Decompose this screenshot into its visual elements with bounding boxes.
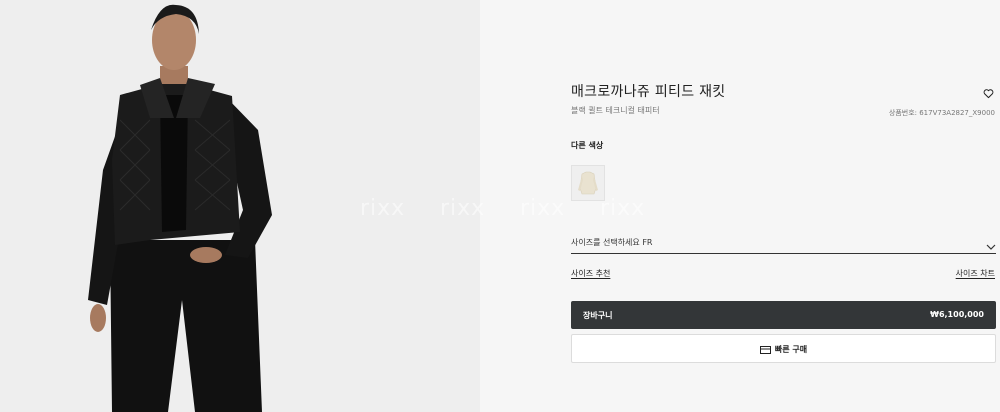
model-illustration <box>0 0 480 412</box>
product-subtitle: 블랙 퀼트 테크니컬 태피터 <box>571 106 660 115</box>
color-swatch-ivory[interactable] <box>571 165 605 201</box>
cart-button-label: 장바구니 <box>583 311 613 320</box>
size-select-label: 사이즈를 선택하세요 FR <box>571 238 653 247</box>
heart-icon[interactable] <box>983 84 994 99</box>
size-recommend-link[interactable]: 사이즈 추천 <box>571 268 610 279</box>
size-select[interactable]: 사이즈를 선택하세요 FR <box>571 233 996 254</box>
add-to-cart-button[interactable]: 장바구니 ₩6,100,000 <box>571 301 996 329</box>
quick-buy-button[interactable]: 빠른 구매 <box>571 334 996 363</box>
chevron-down-icon <box>986 237 996 250</box>
price-label: ₩6,100,000 <box>930 310 984 319</box>
jacket-thumbnail-icon <box>572 166 604 200</box>
size-chart-link[interactable]: 사이즈 차트 <box>956 268 995 279</box>
product-sku: 상품번호: 617V73A2827_X9000 <box>888 109 995 117</box>
quick-buy-label: 빠른 구매 <box>774 345 808 354</box>
other-colors-label: 다른 색상 <box>571 141 604 150</box>
product-title: 매크로까나쥬 피티드 재킷 <box>571 84 726 100</box>
product-image <box>0 0 480 412</box>
card-icon <box>759 346 771 354</box>
